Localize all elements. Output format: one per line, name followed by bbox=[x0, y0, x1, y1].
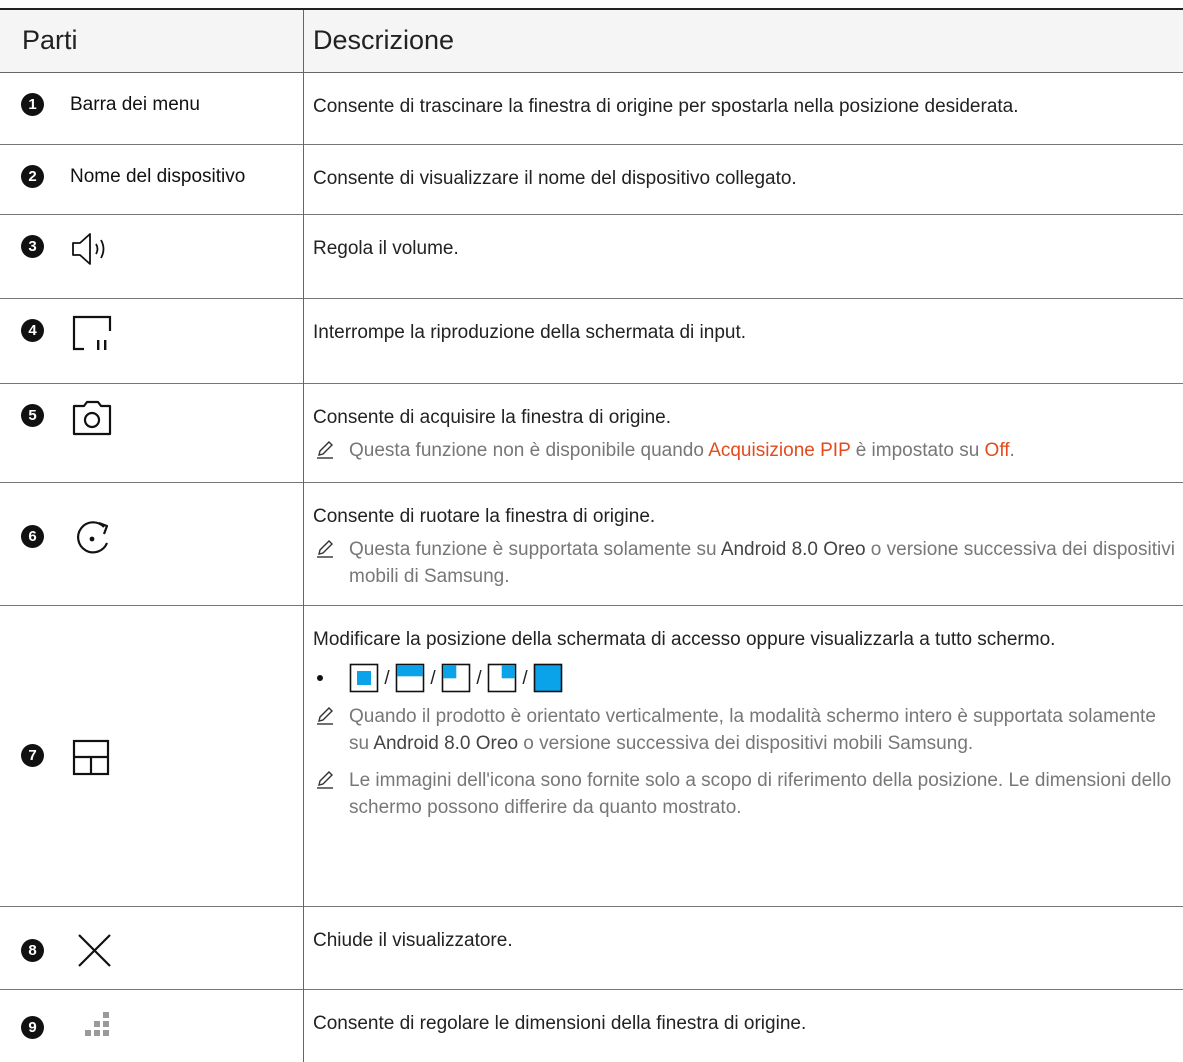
close-icon bbox=[78, 934, 111, 967]
note-text: o versione successiva dei dispositivi mo… bbox=[518, 733, 974, 754]
header-parti: Parti bbox=[22, 25, 78, 55]
android-version: Android 8.0 Oreo bbox=[720, 539, 866, 560]
top-right-window-icon bbox=[487, 663, 517, 693]
separator: / bbox=[522, 667, 528, 689]
setting-link-acquisizione-pip: Acquisizione PIP bbox=[708, 440, 851, 461]
top-left-window-icon bbox=[441, 663, 471, 693]
column-divider bbox=[303, 10, 304, 1062]
row-number-badge: 6 bbox=[21, 525, 44, 548]
note: Le immagini dell'icona sono fornite solo… bbox=[313, 767, 1181, 821]
row-number-badge: 5 bbox=[21, 404, 44, 427]
separator: / bbox=[384, 667, 390, 689]
camera-icon bbox=[72, 400, 112, 436]
part-label: Nome del dispositivo bbox=[70, 166, 246, 187]
separator: / bbox=[476, 667, 482, 689]
note-text: . bbox=[1009, 440, 1015, 461]
row-number-badge: 2 bbox=[21, 165, 44, 188]
note-text: è impostato su bbox=[850, 440, 985, 461]
resize-icon bbox=[85, 1012, 109, 1036]
row-description: Consente di ruotare la finestra di origi… bbox=[313, 503, 1181, 590]
row-description: Consente di regolare le dimensioni della… bbox=[313, 1013, 807, 1034]
pencil-note-icon bbox=[317, 771, 333, 789]
rotate-icon bbox=[77, 521, 109, 554]
top-window-icon bbox=[395, 663, 425, 693]
table-row: 7 Modificare la posizione della schermat… bbox=[0, 606, 1183, 907]
row-description: Modificare la posizione della schermata … bbox=[313, 626, 1181, 821]
table-row: 4 Interrompe la riproduzione della scher… bbox=[0, 299, 1183, 384]
pencil-note-icon bbox=[317, 707, 333, 725]
row-description: Consente di trascinare la finestra di or… bbox=[313, 96, 1019, 117]
description-text: Consente di acquisire la finestra di ori… bbox=[313, 407, 672, 428]
table-row: 2 Nome del dispositivo Consente di visua… bbox=[0, 145, 1183, 215]
table-row: 3 Regola il volume. bbox=[0, 215, 1183, 299]
note: Quando il prodotto è orientato verticalm… bbox=[313, 703, 1181, 757]
layout-icon bbox=[72, 739, 110, 776]
row-number-badge: 8 bbox=[21, 939, 44, 962]
row-description: Interrompe la riproduzione della scherma… bbox=[313, 322, 747, 343]
table-row: 9 Consente di regolare le dimensioni del… bbox=[0, 990, 1183, 1062]
row-description: Regola il volume. bbox=[313, 238, 459, 259]
row-description: Consente di acquisire la finestra di ori… bbox=[313, 404, 1181, 464]
android-version: Android 8.0 Oreo bbox=[373, 733, 519, 754]
pause-screen-icon bbox=[72, 315, 112, 351]
full-screen-icon bbox=[533, 663, 563, 693]
pencil-note-icon bbox=[317, 540, 333, 558]
description-text: Modificare la posizione della schermata … bbox=[313, 629, 1056, 650]
note-text: Questa funzione è supportata solamente s… bbox=[349, 539, 721, 560]
row-number-badge: 9 bbox=[21, 1016, 44, 1039]
note: Questa funzione non è disponibile quando… bbox=[313, 437, 1181, 464]
separator: / bbox=[430, 667, 436, 689]
setting-value-off: Off bbox=[984, 440, 1010, 461]
table-row: 5 Consente di acquisire la finestra di o… bbox=[0, 384, 1183, 483]
table-row: 1 Barra dei menu Consente di trascinare … bbox=[0, 73, 1183, 145]
pencil-note-icon bbox=[317, 441, 333, 459]
note: Questa funzione è supportata solamente s… bbox=[313, 536, 1181, 590]
header-descrizione: Descrizione bbox=[313, 25, 455, 55]
bullet-dot bbox=[317, 675, 323, 681]
table-row: 6 Consente di ruotare la finestra di ori… bbox=[0, 483, 1183, 606]
table-row: 8 Chiude il visualizzatore. bbox=[0, 907, 1183, 990]
description-text: Consente di ruotare la finestra di origi… bbox=[313, 506, 656, 527]
volume-icon bbox=[72, 233, 105, 265]
position-options: / / / / bbox=[313, 663, 1181, 697]
note-text: Le immagini dell'icona sono fornite solo… bbox=[349, 770, 1172, 818]
row-number-badge: 1 bbox=[21, 93, 44, 116]
note-text: Questa funzione non è disponibile quando bbox=[349, 440, 709, 461]
part-label: Barra dei menu bbox=[70, 94, 200, 115]
row-description: Consente di visualizzare il nome del dis… bbox=[313, 168, 797, 189]
table-header: Parti Descrizione bbox=[0, 10, 1183, 73]
row-description: Chiude il visualizzatore. bbox=[313, 930, 513, 951]
row-number-badge: 7 bbox=[21, 744, 44, 767]
row-number-badge: 4 bbox=[21, 319, 44, 342]
center-window-icon bbox=[349, 663, 379, 693]
row-number-badge: 3 bbox=[21, 235, 44, 258]
